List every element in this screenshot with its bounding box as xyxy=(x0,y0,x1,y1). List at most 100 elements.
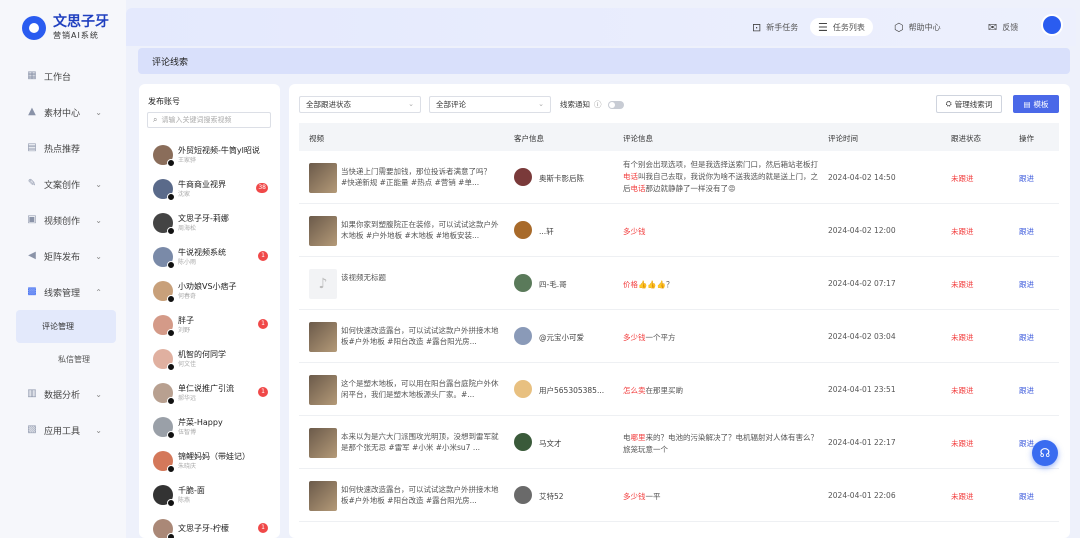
video-thumbnail[interactable] xyxy=(309,163,337,193)
video-thumbnail[interactable] xyxy=(309,322,337,352)
account-item[interactable]: 锦鲤妈妈（带娃记） 朱晓庆 xyxy=(139,444,280,478)
task-icon: ⊡ xyxy=(752,20,762,34)
customer-name: 用户565305385... xyxy=(539,386,605,395)
comment-text: 价格👍👍👍？ xyxy=(623,280,674,289)
account-owner: 周海松 xyxy=(178,224,197,232)
account-item[interactable]: 单仁说推广引流 郝华远 1 xyxy=(139,376,280,410)
account-item[interactable]: 外贸短视频-牛筒yl昭说 王家骅 xyxy=(139,138,280,172)
customer-name: ...轩 xyxy=(539,227,554,236)
follow-up-link[interactable]: 跟进 xyxy=(1019,491,1034,502)
nav-item-tools[interactable]: ▧ 应用工具 ⌄ xyxy=(0,412,126,448)
follow-up-link[interactable]: 跟进 xyxy=(1019,173,1034,184)
account-name: 胖子 xyxy=(178,315,194,325)
user-avatar[interactable] xyxy=(1041,14,1063,36)
nav-item-hot[interactable]: ▤ 热点推荐 xyxy=(0,130,126,166)
avatar xyxy=(153,417,175,439)
video-thumbnail[interactable] xyxy=(309,216,337,246)
guide-button[interactable]: ⊡ 新手任务 xyxy=(752,18,798,36)
table-header: 视频 客户信息 评论信息 评论时间 跟进状态 操作 xyxy=(299,123,1059,151)
account-item[interactable]: 牛商商业视界 沈家 38 xyxy=(139,172,280,206)
account-owner: 何春奇 xyxy=(178,292,197,300)
avatar xyxy=(514,274,532,292)
nav-item-dashboard[interactable]: ▦ 工作台 xyxy=(0,58,126,94)
account-item[interactable]: 胖子 刘野 1 xyxy=(139,308,280,342)
account-item[interactable]: 千脆-面 陈燕 xyxy=(139,478,280,512)
avatar xyxy=(514,221,532,239)
douyin-icon xyxy=(167,329,175,337)
account-owner: 伍智博 xyxy=(178,428,197,436)
avatar xyxy=(514,433,532,451)
comment-time: 2024-04-02 03:04 xyxy=(828,332,896,341)
video-thumbnail[interactable] xyxy=(309,375,337,405)
unread-badge: 1 xyxy=(258,251,268,261)
nav-item-publish[interactable]: ◀ 矩阵发布 ⌄ xyxy=(0,238,126,274)
follow-up-link[interactable]: 跟进 xyxy=(1019,385,1034,396)
nav-sub-message[interactable]: 私信管理 xyxy=(16,343,116,376)
follow-up-link[interactable]: 跟进 xyxy=(1019,279,1034,290)
status-filter-select[interactable]: 全部跟进状态 ⌄ xyxy=(299,96,421,113)
nav-sub-comment[interactable]: 评论管理 xyxy=(16,310,116,343)
tiktok-icon[interactable]: ♪ xyxy=(309,269,337,299)
account-item[interactable]: 机智的何同学 何文佳 xyxy=(139,342,280,376)
avatar xyxy=(153,519,175,538)
nav-item-materials[interactable]: ▲ 素材中心 ⌄ xyxy=(0,94,126,130)
account-item[interactable]: 芹菜-Happy 伍智博 xyxy=(139,410,280,444)
comment-filter-select[interactable]: 全部评论 ⌄ xyxy=(429,96,551,113)
video-title[interactable]: 当快递上门需要加钱，那位投诉者满意了吗？ #快递新规 #正能量 #热点 #营销 … xyxy=(341,166,499,188)
account-name: 芹菜-Happy xyxy=(178,417,223,427)
search-icon: ⌕ xyxy=(153,115,158,124)
video-title[interactable]: 如何快速改造露台，可以试试这款户外拼接木地板#户外地板 #阳台改造 #露台阳光房… xyxy=(341,325,499,347)
account-list: 外贸短视频-牛筒yl昭说 王家骅 牛商商业视界 沈家 38 文思子牙-莉娜 周海松 牛说视频系… xyxy=(139,138,280,538)
table-row: 如何快速改造露台，可以试试这款户外拼接木地板#户外地板 #阳台改造 #露台阳光房… xyxy=(299,310,1059,363)
nav-item-analytics[interactable]: ▥ 数据分析 ⌄ xyxy=(0,376,126,412)
video-thumbnail[interactable] xyxy=(309,428,337,458)
status-badge: 未跟进 xyxy=(951,227,974,236)
header-video: 视频 xyxy=(309,134,324,143)
follow-up-link[interactable]: 跟进 xyxy=(1019,332,1034,343)
brand[interactable]: 文思子牙 营销AI系统 xyxy=(22,14,109,42)
manage-keywords-button[interactable]: ⛭ 管理线索词 xyxy=(936,95,1002,113)
task-list-button[interactable]: ☰ 任务列表 xyxy=(810,18,873,36)
douyin-icon xyxy=(167,193,175,201)
douyin-icon xyxy=(167,499,175,507)
video-title[interactable]: 本来以为是六大门派围攻光明顶，没想到雷军就是那个张无忌 #雷军 #小米 #小米s… xyxy=(341,431,499,453)
account-owner: 沈家 xyxy=(178,190,191,198)
nav-item-leads[interactable]: ▩ 线索管理 ⌃ xyxy=(0,274,126,310)
account-search-input[interactable]: ⌕ 请输入关键词搜索视频 xyxy=(147,112,271,128)
video-title[interactable]: 这个是塑木地板，可以用在阳台露台庭院户外休闲平台，我们是塑木地板源头厂家。#..… xyxy=(341,378,499,400)
video-title[interactable]: 如何快速改造露台，可以试试这款户外拼接木地板#户外地板 #阳台改造 #露台阳光房… xyxy=(341,484,499,506)
account-item[interactable]: 文思子牙-柠檬 1 xyxy=(139,512,280,538)
template-icon: ▤ xyxy=(1023,99,1031,109)
customer-name: 马文才 xyxy=(539,439,562,448)
avatar xyxy=(514,327,532,345)
status-badge: 未跟进 xyxy=(951,439,974,448)
comment-time: 2024-04-01 22:17 xyxy=(828,438,896,447)
settings-icon: ⛭ xyxy=(945,99,952,108)
account-owner: 刘野 xyxy=(178,326,191,334)
nav-item-copywriting[interactable]: ✎ 文案创作 ⌄ xyxy=(0,166,126,202)
account-item[interactable]: 牛说视频系统 陈小雨 1 xyxy=(139,240,280,274)
follow-up-link[interactable]: 跟进 xyxy=(1019,226,1034,237)
header-op: 操作 xyxy=(1019,134,1034,143)
keyword-highlight: 哪里 xyxy=(630,433,646,442)
template-button[interactable]: ▤ 模板 xyxy=(1013,95,1059,113)
video-thumbnail[interactable] xyxy=(309,481,337,511)
video-title[interactable]: 该视频无标题 xyxy=(341,272,499,283)
account-item[interactable]: 小劝娘VS小痞子 何春奇 xyxy=(139,274,280,308)
sidebar: 文思子牙 营销AI系统 ▦ 工作台 ▲ 素材中心 ⌄ ▤ 热点推荐 ✎ 文案创作 ⌄ ▣ 视频… xyxy=(0,0,126,538)
video-title[interactable]: 如果你家到塑腹院正在装修，可以试试这款户外木地板 #户外地板 #木地板 #地板安… xyxy=(341,219,499,241)
avatar xyxy=(153,213,175,235)
help-button[interactable]: ⬡ 帮助中心 xyxy=(894,18,941,36)
account-item[interactable]: 文思子牙-莉娜 周海松 xyxy=(139,206,280,240)
nav-item-video[interactable]: ▣ 视频创作 ⌄ xyxy=(0,202,126,238)
notify-toggle[interactable] xyxy=(607,100,624,109)
chevron-down-icon: ⌄ xyxy=(95,252,102,261)
account-panel: 发布账号 ⌕ 请输入关键词搜索视频 外贸短视频-牛筒yl昭说 王家骅 牛商商业视界 沈家… xyxy=(139,84,280,538)
table-row: 这个是塑木地板，可以用在阳台露台庭院户外休闲平台，我们是塑木地板源头厂家。#..… xyxy=(299,363,1059,416)
follow-up-link[interactable]: 跟进 xyxy=(1019,438,1034,449)
customer-service-button[interactable]: ☊ xyxy=(1032,440,1058,466)
comment-time: 2024-04-02 14:50 xyxy=(828,173,896,182)
feedback-button[interactable]: ✉ 反馈 xyxy=(988,18,1018,36)
send-icon: ◀ xyxy=(28,250,36,261)
avatar xyxy=(153,145,175,167)
